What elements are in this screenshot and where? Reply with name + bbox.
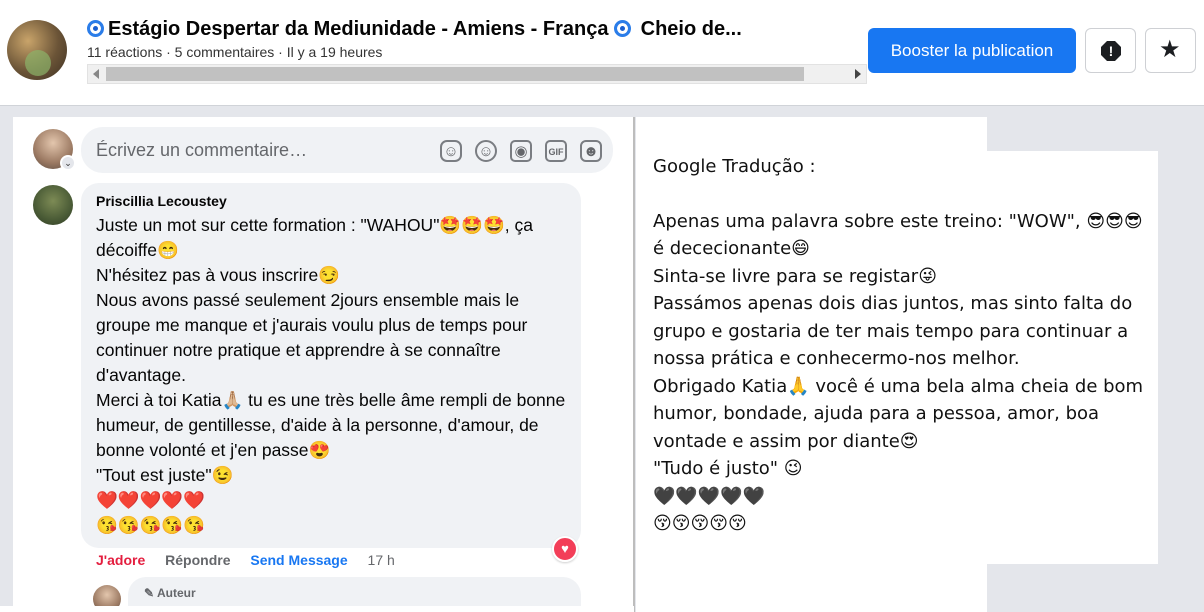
comment-timestamp[interactable]: 17 h: [368, 552, 395, 568]
nazar-eye-icon: [614, 20, 632, 37]
comment-placeholder: Écrivez un commentaire…: [96, 140, 308, 160]
love-reaction-button[interactable]: J'adore: [96, 552, 145, 568]
scrollbar-thumb[interactable]: [106, 67, 804, 81]
translation-line: "Tudo é justo" 😉: [653, 458, 803, 479]
gif-icon[interactable]: GIF: [545, 140, 567, 162]
comment-line: N'hésitez pas à vous inscrire😏: [96, 265, 340, 285]
post-title[interactable]: Estágio Despertar da Mediunidade - Amien…: [87, 18, 742, 41]
favorite-button[interactable]: ★: [1145, 28, 1196, 73]
comment-bubble: Priscillia Lecoustey Juste un mot sur ce…: [81, 183, 581, 548]
translation-panel-top: [636, 117, 987, 151]
post-title-suffix: Cheio de...: [640, 18, 742, 40]
scroll-right-icon[interactable]: [855, 69, 861, 79]
page-avatar[interactable]: [7, 20, 67, 80]
send-message-button[interactable]: Send Message: [250, 552, 347, 568]
translation-line: Apenas uma palavra sobre este treino: "W…: [653, 210, 1143, 260]
translation-line: Obrigado Katia🙏 você é uma bela alma che…: [653, 375, 1144, 452]
heart-reaction-icon[interactable]: ♥: [552, 536, 578, 562]
reply-button[interactable]: Répondre: [165, 552, 230, 568]
translation-panel-bottom: [636, 564, 987, 612]
comment-author[interactable]: Priscillia Lecoustey: [96, 193, 227, 209]
commenter-avatar[interactable]: [33, 185, 73, 225]
boost-post-button[interactable]: Booster la publication: [868, 28, 1076, 73]
sticker-icon[interactable]: ☻: [580, 140, 602, 162]
post-meta: 11 réactions · 5 commentaires · Il y a 1…: [87, 44, 383, 60]
translation-line: 🖤🖤🖤🖤🖤: [653, 485, 766, 507]
comment-line: Juste un mot sur cette formation : "WAHO…: [96, 215, 533, 260]
comment-line: ❤️❤️❤️❤️❤️: [96, 490, 205, 510]
comment-body: Juste un mot sur cette formation : "WAHO…: [96, 213, 568, 538]
avatar-sticker-icon[interactable]: ☺: [440, 140, 462, 162]
author-badge: ✎ Auteur: [144, 586, 196, 600]
comment-line: "Tout est juste"😉: [96, 465, 234, 485]
chevron-down-icon[interactable]: ⌄: [60, 155, 76, 171]
comment-line: 😘😘😘😘😘: [96, 515, 205, 535]
scroll-left-icon[interactable]: [93, 69, 99, 79]
comment-input[interactable]: Écrivez un commentaire… ☺ ☺ ◉ GIF ☻: [81, 127, 613, 173]
translation-line: Passámos apenas dois dias juntos, mas si…: [653, 293, 1133, 369]
report-button[interactable]: !: [1085, 28, 1136, 73]
comment-line: Nous avons passé seulement 2jours ensemb…: [96, 290, 528, 385]
alert-icon: !: [1101, 41, 1121, 61]
post-header: Estágio Despertar da Mediunidade - Amien…: [0, 0, 1204, 106]
nazar-eye-icon: [87, 20, 104, 37]
comment-actions: J'adore Répondre Send Message 17 h: [96, 552, 411, 568]
horizontal-scrollbar[interactable]: [87, 64, 867, 84]
comments-panel: ⌄ Écrivez un commentaire… ☺ ☺ ◉ GIF ☻ Pr…: [13, 117, 633, 612]
author-badge-label: Auteur: [156, 586, 196, 600]
translation-line: Sinta-se livre para se registar😜: [653, 265, 937, 287]
emoji-icon[interactable]: ☺: [475, 140, 497, 162]
translation-line: 😚😚😚😚😚: [653, 513, 747, 534]
bottom-strip: [0, 606, 634, 612]
panel-divider: [633, 117, 635, 612]
camera-icon[interactable]: ◉: [510, 140, 532, 162]
star-icon: ★: [1159, 36, 1181, 63]
post-title-text: Estágio Despertar da Mediunidade - Amien…: [108, 18, 609, 40]
comment-line: Merci à toi Katia🙏🏼 tu es une très belle…: [96, 390, 566, 460]
translation-text: Google Tradução : Apenas uma palavra sob…: [653, 153, 1148, 538]
translation-title: Google Tradução :: [653, 156, 816, 177]
